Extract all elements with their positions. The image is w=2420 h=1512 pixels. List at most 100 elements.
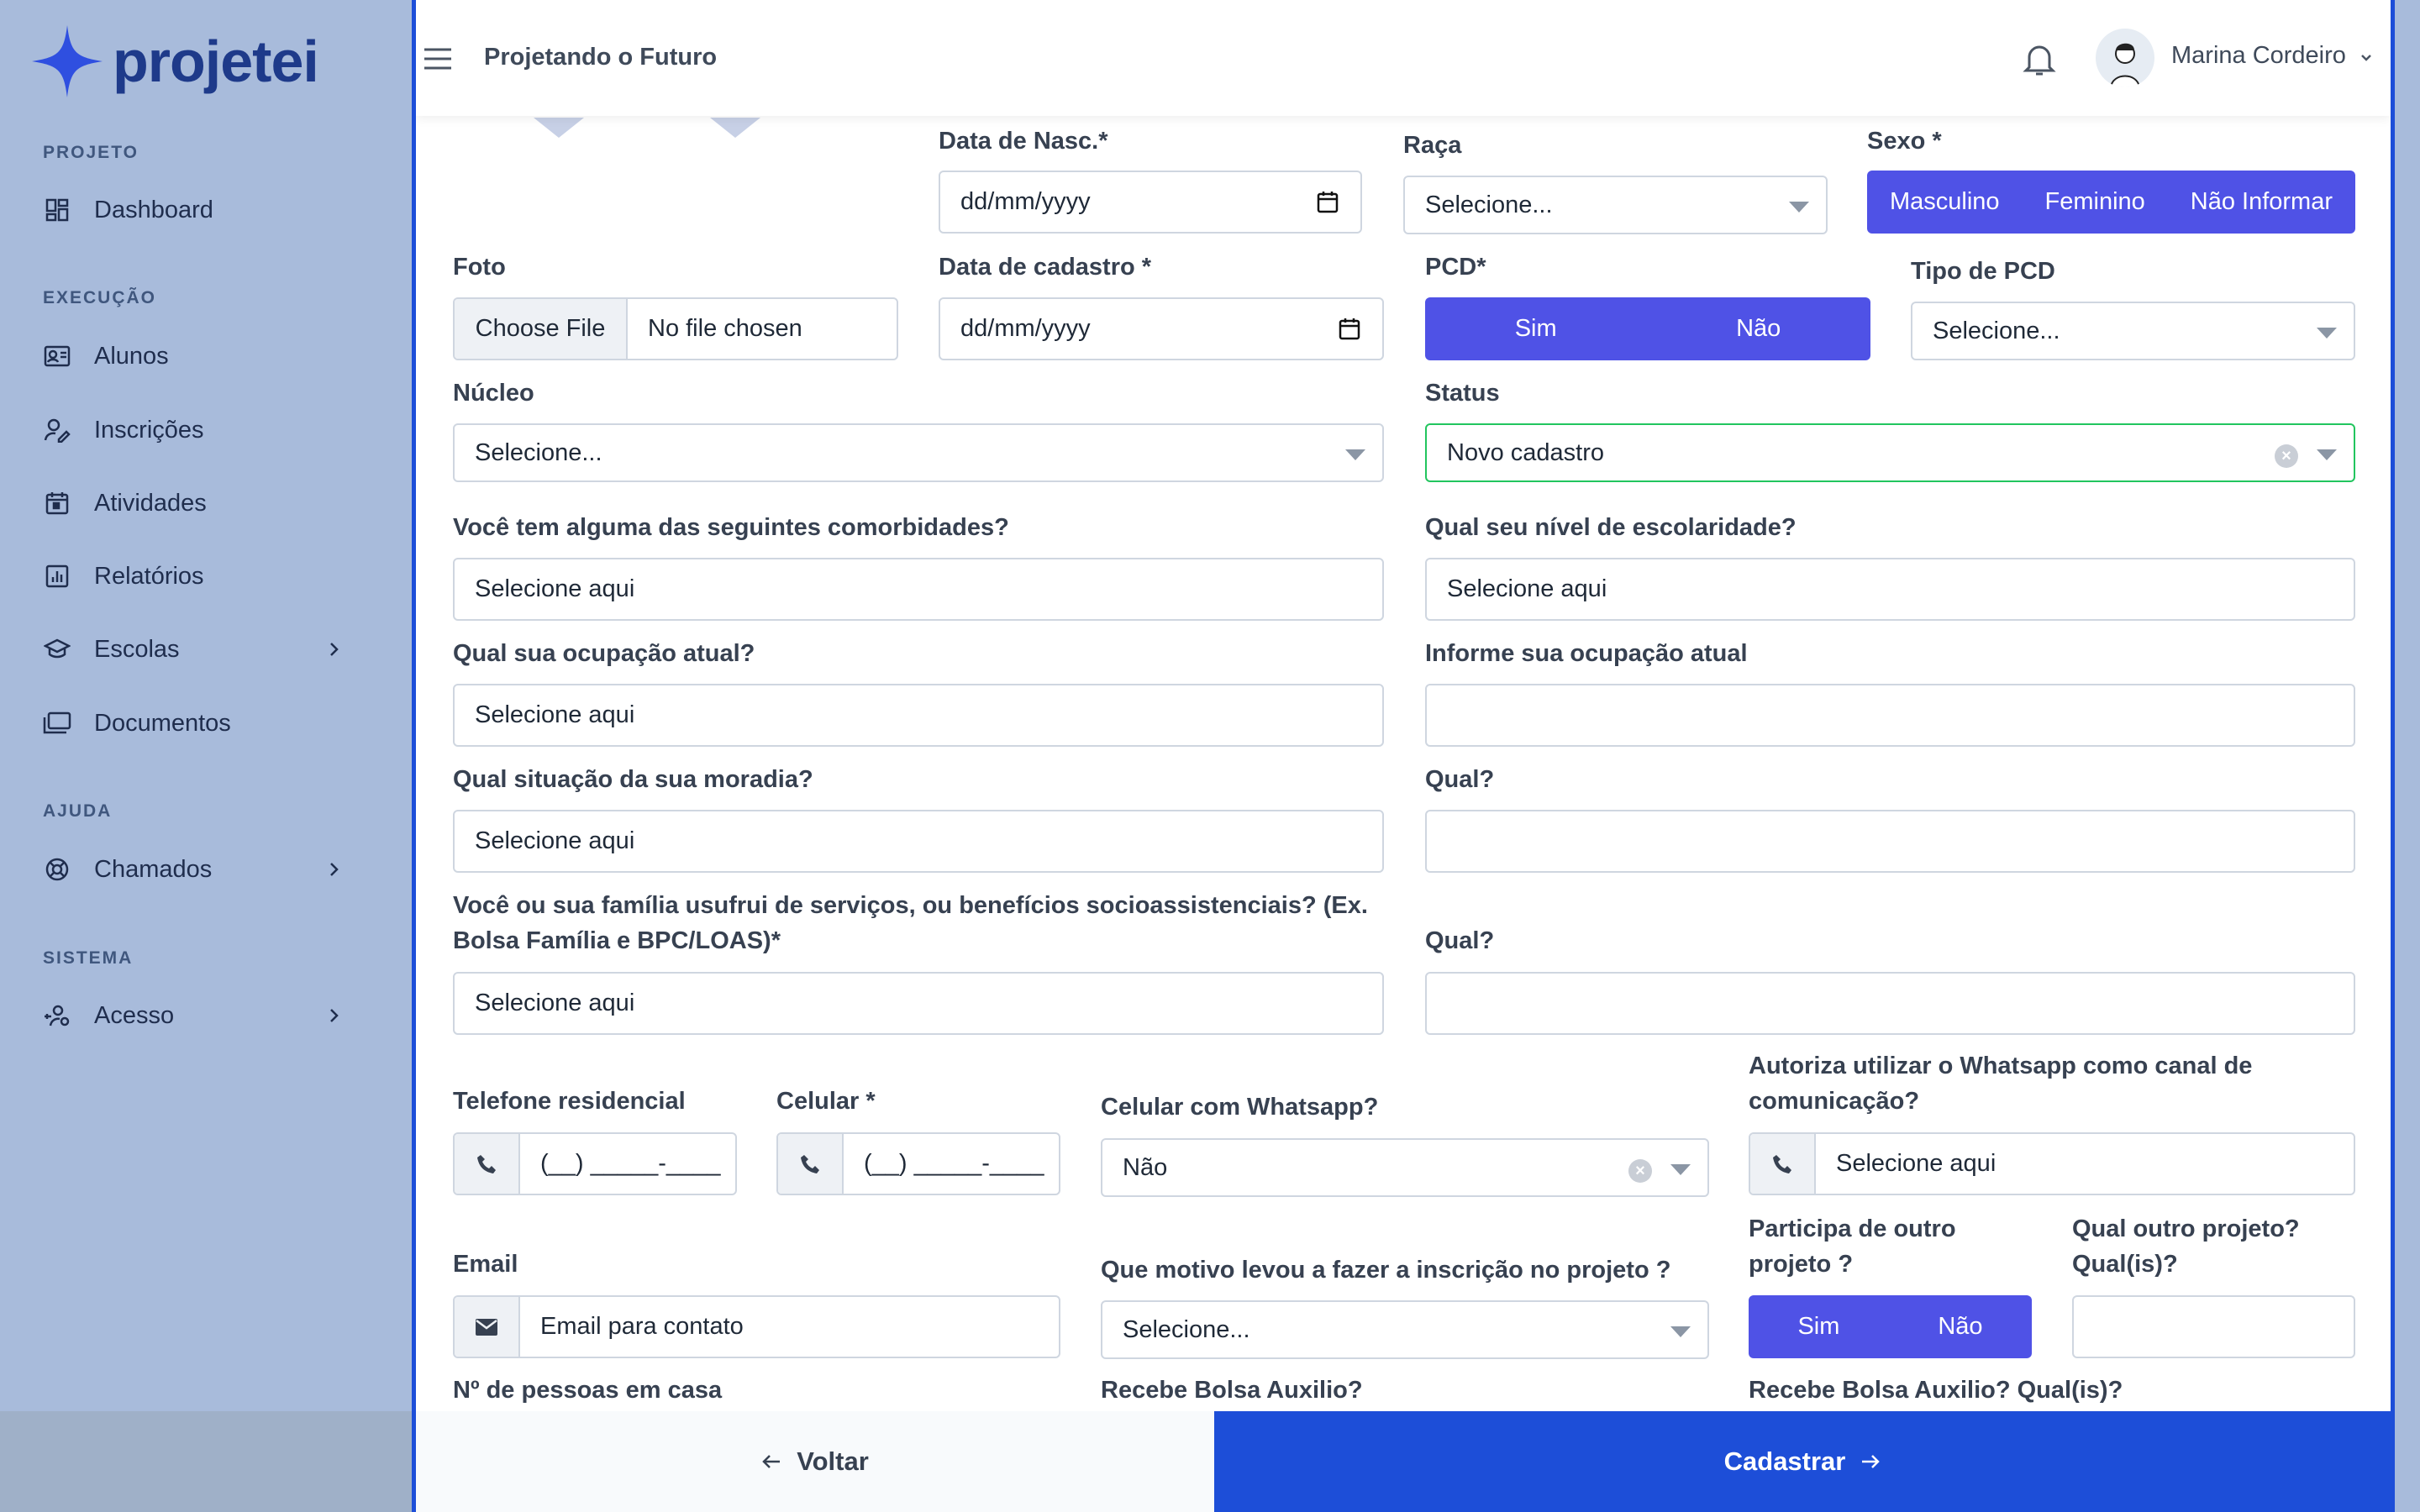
sidebar-item-acesso[interactable]: Acesso	[42, 995, 345, 1037]
housing-which-input[interactable]	[1425, 810, 2355, 873]
bar-chart-icon	[42, 561, 72, 591]
photo-file-input[interactable]: Choose File No file chosen	[453, 297, 898, 360]
comorbidities-value: Selecione aqui	[475, 575, 635, 602]
calendar-icon[interactable]	[1317, 191, 1339, 214]
pcd-label: PCD*	[1425, 254, 1486, 281]
pcd-toggle[interactable]: Sim Não	[1425, 297, 1870, 360]
housing-label: Qual situação da sua moradia?	[453, 766, 813, 793]
sidebar-item-label: Documentos	[94, 709, 231, 737]
benefits-which-label: Qual?	[1425, 927, 1495, 954]
pcd-type-select[interactable]: Selecione...	[1911, 302, 2355, 360]
other-project-option-nao[interactable]: Não	[1938, 1313, 1982, 1341]
id-card-icon	[42, 341, 72, 371]
back-button[interactable]: Voltar	[416, 1411, 1214, 1512]
chevron-down-icon[interactable]	[2358, 49, 2375, 66]
sidebar-item-escolas[interactable]: Escolas	[42, 628, 345, 670]
sidebar-item-inscricoes[interactable]: Inscrições	[42, 409, 345, 451]
pcd-option-sim[interactable]: Sim	[1515, 315, 1557, 343]
submit-button[interactable]: Cadastrar	[1214, 1411, 2391, 1512]
register-date-input[interactable]: dd/mm/yyyy	[939, 297, 1384, 360]
logo[interactable]: projetei	[30, 24, 319, 99]
photo-label: Foto	[453, 254, 506, 281]
project-title: Projetando o Futuro	[484, 44, 718, 71]
envelope-icon	[455, 1297, 520, 1357]
other-project-option-sim[interactable]: Sim	[1797, 1313, 1839, 1341]
benefits-which-input[interactable]	[1425, 972, 2355, 1035]
aid-label: Recebe Bolsa Auxilio?	[1101, 1377, 1363, 1404]
benefits-label: Você ou sua família usufrui de serviços,…	[453, 892, 1368, 954]
whatsapp-label: Celular com Whatsapp?	[1101, 1094, 1379, 1121]
chevron-down-icon	[1670, 1164, 1691, 1175]
race-select[interactable]: Selecione...	[1403, 176, 1828, 234]
bell-icon[interactable]	[2023, 40, 2056, 77]
mobile-input[interactable]: (__) _____-____	[776, 1132, 1060, 1195]
nucleus-select[interactable]: Selecione...	[453, 423, 1384, 482]
occupation-info-input[interactable]	[1425, 684, 2355, 747]
education-select[interactable]: Selecione aqui	[1425, 558, 2355, 621]
sidebar-item-documentos[interactable]: Documentos	[42, 702, 345, 744]
whatsapp-auth-select[interactable]: Selecione aqui	[1749, 1132, 2355, 1195]
benefits-select[interactable]: Selecione aqui	[453, 972, 1384, 1035]
status-select[interactable]: Novo cadastro ×	[1425, 423, 2355, 482]
sidebar-footer-shade	[0, 1411, 412, 1512]
other-project-which-label: Qual outro projeto? Qual(is)?	[2072, 1215, 2300, 1278]
section-title-sistema: SISTEMA	[43, 948, 134, 968]
hamburger-menu-icon[interactable]	[423, 47, 453, 71]
sex-option-nao-informar[interactable]: Não Informar	[2191, 188, 2333, 216]
sidebar-item-label: Alunos	[94, 342, 169, 370]
sidebar-item-chamados[interactable]: Chamados	[42, 848, 345, 890]
avatar[interactable]	[2096, 29, 2154, 87]
sex-option-feminino[interactable]: Feminino	[2045, 188, 2145, 216]
star-logo-icon	[32, 25, 103, 97]
email-input[interactable]: Email para contato	[453, 1295, 1060, 1358]
sex-option-masculino[interactable]: Masculino	[1890, 188, 2000, 216]
choose-file-button[interactable]: Choose File	[455, 299, 628, 359]
motive-select[interactable]: Selecione...	[1101, 1300, 1709, 1359]
race-value: Selecione...	[1425, 191, 1553, 218]
occupation-value: Selecione aqui	[475, 701, 635, 728]
sidebar-item-dashboard[interactable]: Dashboard	[42, 189, 345, 231]
sidebar-item-atividades[interactable]: Atividades	[42, 482, 345, 524]
user-name[interactable]: Marina Cordeiro	[2171, 42, 2346, 70]
submit-label: Cadastrar	[1723, 1446, 1846, 1476]
whatsapp-select[interactable]: Não ×	[1101, 1138, 1709, 1197]
file-status: No file chosen	[648, 315, 802, 342]
other-project-which-input[interactable]	[2072, 1295, 2355, 1358]
chevron-down-icon	[2317, 449, 2337, 460]
comorbidities-select[interactable]: Selecione aqui	[453, 558, 1384, 621]
graduation-cap-icon	[42, 634, 72, 664]
pcd-option-nao[interactable]: Não	[1736, 315, 1781, 343]
mobile-label: Celular *	[776, 1088, 876, 1115]
sex-toggle[interactable]: Masculino Feminino Não Informar	[1867, 171, 2355, 234]
people-home-label: Nº de pessoas em casa	[453, 1377, 723, 1404]
housing-which-label: Qual?	[1425, 766, 1495, 793]
home-phone-input[interactable]: (__) _____-____	[453, 1132, 737, 1195]
motive-value: Selecione...	[1123, 1315, 1250, 1343]
housing-select[interactable]: Selecione aqui	[453, 810, 1384, 873]
calendar-icon[interactable]	[1339, 318, 1360, 341]
status-value: Novo cadastro	[1447, 438, 1604, 466]
sidebar: projetei PROJETO Dashboard EXECUÇÃO Alun…	[0, 0, 412, 1411]
phone-icon	[1750, 1134, 1816, 1194]
sidebar-item-relatorios[interactable]: Relatórios	[42, 555, 345, 597]
sidebar-item-label: Escolas	[94, 635, 180, 663]
section-title-execucao: EXECUÇÃO	[43, 288, 157, 307]
education-value: Selecione aqui	[1447, 575, 1607, 602]
occupation-select[interactable]: Selecione aqui	[453, 684, 1384, 747]
nucleus-label: Núcleo	[453, 380, 534, 407]
mobile-mask: (__) _____-____	[864, 1150, 1044, 1177]
register-date-label: Data de cadastro *	[939, 254, 1152, 281]
sidebar-item-alunos[interactable]: Alunos	[42, 335, 345, 377]
chevron-right-icon	[330, 863, 339, 876]
comorbidities-label: Você tem alguma das seguintes comorbidad…	[453, 514, 1009, 541]
birth-date-placeholder: dd/mm/yyyy	[960, 188, 1091, 215]
email-label: Email	[453, 1251, 518, 1278]
clear-icon[interactable]: ×	[1628, 1159, 1652, 1183]
home-phone-mask: (__) _____-____	[540, 1150, 721, 1177]
other-project-toggle[interactable]: Sim Não	[1749, 1295, 2032, 1358]
pcd-type-label: Tipo de PCD	[1911, 258, 2055, 285]
clear-icon[interactable]: ×	[2275, 444, 2298, 468]
birth-date-input[interactable]: dd/mm/yyyy	[939, 171, 1362, 234]
education-label: Qual seu nível de escolaridade?	[1425, 514, 1797, 541]
phone-icon	[455, 1134, 520, 1194]
